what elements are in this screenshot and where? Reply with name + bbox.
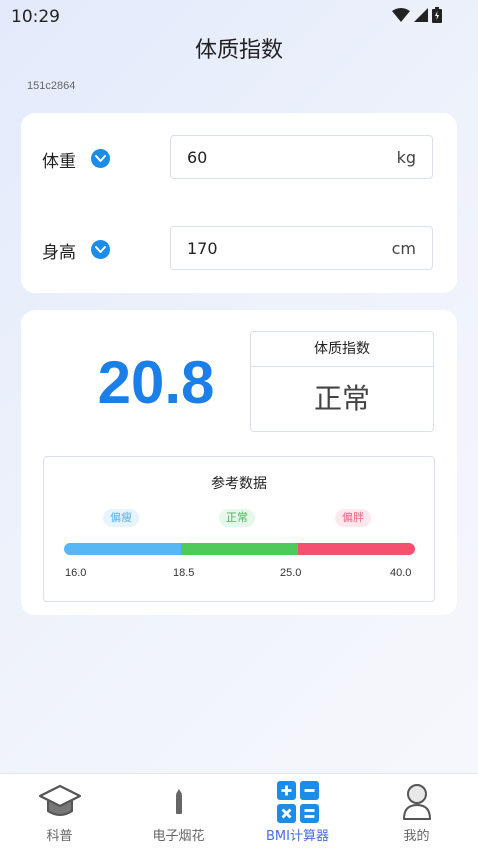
bottom-nav: 科普 电子烟花 BMI计算器 我的	[0, 773, 478, 851]
nav-label: BMI计算器	[266, 829, 329, 844]
bar-segment-normal	[181, 543, 298, 555]
height-value[interactable]: 170	[187, 239, 218, 258]
graduation-cap-icon	[0, 782, 119, 822]
result-card: 20.8 体质指数 正常 参考数据 偏瘦 正常 偏胖 16.0 18.5 25.…	[21, 310, 457, 615]
battery-icon	[432, 7, 442, 23]
bar-segment-overweight	[298, 543, 415, 555]
height-field[interactable]: 170 cm	[170, 226, 433, 270]
tag-overweight: 偏胖	[335, 509, 371, 527]
device-id: 151c2864	[27, 80, 76, 92]
nav-item-science[interactable]: 科普	[0, 774, 119, 851]
tag-normal: 正常	[219, 509, 255, 527]
weight-value[interactable]: 60	[187, 148, 207, 167]
check-icon[interactable]	[91, 240, 110, 259]
height-unit: cm	[391, 239, 416, 258]
status-icons	[392, 7, 442, 23]
nav-item-fireworks[interactable]: 电子烟花	[119, 774, 238, 851]
weight-unit: kg	[396, 148, 416, 167]
bmi-range-bar	[64, 543, 415, 555]
status-box: 体质指数 正常	[250, 331, 434, 432]
tick-label: 16.0	[65, 567, 87, 579]
weight-label: 体重	[42, 152, 76, 172]
signal-icon	[414, 8, 428, 22]
nav-item-bmi-calculator[interactable]: BMI计算器	[238, 774, 357, 851]
check-icon[interactable]	[91, 149, 110, 168]
tick-label: 25.0	[280, 567, 302, 579]
firework-stick-icon	[119, 782, 238, 822]
tick-label: 40.0	[390, 567, 412, 579]
page-title: 体质指数	[194, 38, 283, 63]
height-row: 身高 170 cm	[21, 226, 457, 272]
wifi-icon	[392, 8, 410, 22]
bmi-value: 20.8	[97, 349, 215, 416]
status-box-value: 正常	[313, 382, 370, 415]
nav-label: 科普	[46, 829, 73, 844]
nav-item-mine[interactable]: 我的	[357, 774, 476, 851]
status-bar: 10:29	[0, 0, 478, 32]
calculator-icon	[238, 781, 357, 823]
input-card: 体重 60 kg 身高 170 cm	[21, 113, 457, 293]
tick-label: 18.5	[173, 567, 195, 579]
reference-box: 参考数据 偏瘦 正常 偏胖 16.0 18.5 25.0 40.0	[43, 456, 435, 602]
weight-field[interactable]: 60 kg	[170, 135, 433, 179]
bar-segment-underweight	[64, 543, 181, 555]
nav-label: 我的	[403, 829, 430, 844]
user-icon	[357, 782, 476, 822]
nav-label: 电子烟花	[152, 829, 205, 844]
weight-row: 体重 60 kg	[21, 135, 457, 181]
status-box-title: 体质指数	[251, 332, 433, 367]
height-label: 身高	[42, 243, 76, 263]
status-time: 10:29	[11, 7, 60, 27]
reference-title: 参考数据	[211, 476, 267, 492]
tag-underweight: 偏瘦	[103, 509, 139, 527]
